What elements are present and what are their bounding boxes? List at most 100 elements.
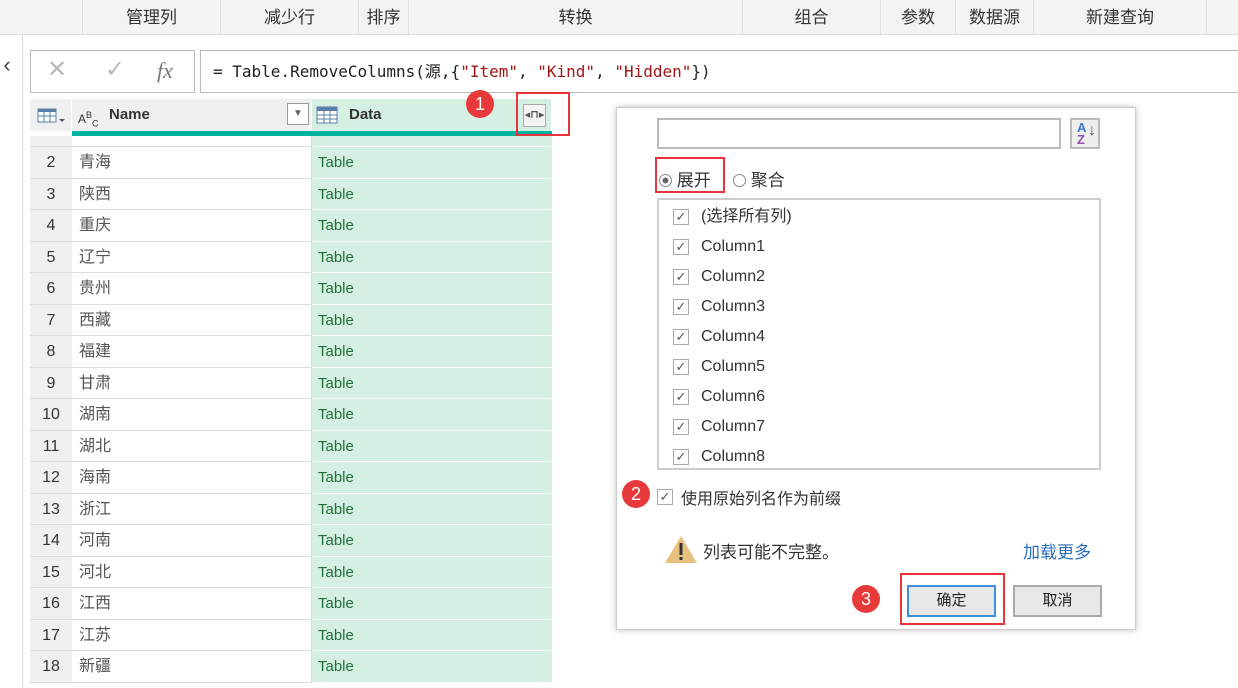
column-checkbox[interactable]: ✓ bbox=[673, 209, 689, 225]
name-cell[interactable]: 湖北 bbox=[72, 430, 312, 462]
name-cell[interactable]: 浙江 bbox=[72, 493, 312, 525]
row-number[interactable]: 10 bbox=[30, 399, 72, 431]
prefix-checkbox[interactable]: ✓ bbox=[657, 489, 673, 505]
row-number[interactable]: 5 bbox=[30, 241, 72, 273]
table-row[interactable]: 18 新疆 Table bbox=[30, 651, 552, 683]
table-row[interactable]: 17 江苏 Table bbox=[30, 619, 552, 651]
table-row[interactable]: 4 重庆 Table bbox=[30, 210, 552, 242]
data-cell[interactable]: Table bbox=[312, 336, 552, 368]
x-icon[interactable]: ✕ bbox=[47, 55, 67, 84]
filter-dropdown-icon[interactable]: ▼ bbox=[287, 103, 309, 125]
row-number[interactable]: 12 bbox=[30, 462, 72, 494]
table-row[interactable]: 15 河北 Table bbox=[30, 556, 552, 588]
radio-aggregate[interactable]: 聚合 bbox=[733, 166, 785, 191]
row-number[interactable]: 9 bbox=[30, 367, 72, 399]
column-checkbox[interactable]: ✓ bbox=[673, 329, 689, 345]
name-cell[interactable]: 西藏 bbox=[72, 304, 312, 336]
column-checkbox[interactable]: ✓ bbox=[673, 359, 689, 375]
data-cell[interactable]: Table bbox=[312, 147, 552, 179]
data-cell[interactable]: Table bbox=[312, 651, 552, 683]
name-cell[interactable]: 福建 bbox=[72, 336, 312, 368]
name-cell[interactable]: 辽宁 bbox=[72, 241, 312, 273]
column-header-name[interactable]: ABC Name ▼ bbox=[72, 99, 312, 131]
data-cell[interactable]: Table bbox=[312, 430, 552, 462]
row-number[interactable]: 4 bbox=[30, 210, 72, 242]
table-row[interactable]: 8 福建 Table bbox=[30, 336, 552, 368]
row-number[interactable]: 14 bbox=[30, 525, 72, 557]
row-number[interactable]: 7 bbox=[30, 304, 72, 336]
table-row[interactable]: 14 河南 Table bbox=[30, 525, 552, 557]
name-cell[interactable]: 贵州 bbox=[72, 273, 312, 305]
fx-icon[interactable]: fx bbox=[157, 58, 173, 84]
ribbon-group-parameters[interactable]: 参数 bbox=[880, 0, 955, 35]
table-row[interactable]: 9 甘肃 Table bbox=[30, 367, 552, 399]
ribbon-group-reduce-rows[interactable]: 减少行 bbox=[220, 0, 358, 35]
table-row[interactable]: 10 湖南 Table bbox=[30, 399, 552, 431]
data-cell[interactable]: Table bbox=[312, 493, 552, 525]
data-cell[interactable]: Table bbox=[312, 525, 552, 557]
table-row[interactable]: 7 西藏 Table bbox=[30, 304, 552, 336]
name-cell[interactable]: 湖南 bbox=[72, 399, 312, 431]
column-checkbox[interactable]: ✓ bbox=[673, 239, 689, 255]
data-cell[interactable]: Table bbox=[312, 241, 552, 273]
column-search-input[interactable] bbox=[657, 118, 1061, 149]
table-row[interactable]: 16 江西 Table bbox=[30, 588, 552, 620]
name-cell[interactable]: 江西 bbox=[72, 588, 312, 620]
name-cell[interactable]: 海南 bbox=[72, 462, 312, 494]
data-cell[interactable]: Table bbox=[312, 462, 552, 494]
row-number[interactable]: 11 bbox=[30, 430, 72, 462]
ribbon-group-data-sources[interactable]: 数据源 bbox=[955, 0, 1033, 35]
column-checkbox[interactable]: ✓ bbox=[673, 389, 689, 405]
row-number[interactable]: 16 bbox=[30, 588, 72, 620]
table-row[interactable]: 2 青海 Table bbox=[30, 147, 552, 179]
table-row[interactable]: 6 贵州 Table bbox=[30, 273, 552, 305]
name-cell[interactable]: 新疆 bbox=[72, 651, 312, 683]
data-cell[interactable]: Table bbox=[312, 273, 552, 305]
data-cell[interactable]: Table bbox=[312, 556, 552, 588]
table-row[interactable]: 12 海南 Table bbox=[30, 462, 552, 494]
row-number[interactable]: 15 bbox=[30, 556, 72, 588]
ribbon-group-transform[interactable]: 转换 bbox=[408, 0, 742, 35]
row-number[interactable]: 6 bbox=[30, 273, 72, 305]
table-row[interactable]: 5 辽宁 Table bbox=[30, 241, 552, 273]
table-row[interactable]: 3 陕西 Table bbox=[30, 178, 552, 210]
data-cell[interactable]: Table bbox=[312, 619, 552, 651]
ribbon-group-new-query[interactable]: 新建查询 bbox=[1033, 0, 1207, 35]
data-cell[interactable]: Table bbox=[312, 588, 552, 620]
name-cell[interactable]: 江苏 bbox=[72, 619, 312, 651]
ribbon-group-manage-columns[interactable]: 管理列 bbox=[82, 0, 220, 35]
load-more-link[interactable]: 加载更多 bbox=[1023, 538, 1091, 563]
data-cell[interactable]: Table bbox=[312, 178, 552, 210]
table-menu-icon[interactable] bbox=[30, 99, 72, 131]
name-cell[interactable]: 青海 bbox=[72, 147, 312, 179]
data-cell[interactable]: Table bbox=[312, 210, 552, 242]
column-checkbox[interactable]: ✓ bbox=[673, 269, 689, 285]
formula-input[interactable]: = Table.RemoveColumns(源,{"Item", "Kind",… bbox=[200, 50, 1238, 93]
row-number[interactable]: 18 bbox=[30, 651, 72, 683]
name-cell[interactable]: 甘肃 bbox=[72, 367, 312, 399]
row-number[interactable]: 2 bbox=[30, 147, 72, 179]
data-cell[interactable]: Table bbox=[312, 304, 552, 336]
table-row[interactable]: 13 浙江 Table bbox=[30, 493, 552, 525]
data-cell[interactable]: Table bbox=[312, 399, 552, 431]
row-number[interactable]: 8 bbox=[30, 336, 72, 368]
name-cell[interactable]: 河北 bbox=[72, 556, 312, 588]
name-cell[interactable]: 重庆 bbox=[72, 210, 312, 242]
cancel-button[interactable]: 取消 bbox=[1013, 585, 1102, 617]
collapse-chevron-icon[interactable]: ‹ bbox=[0, 52, 14, 78]
check-icon[interactable]: ✓ bbox=[105, 55, 125, 84]
column-checkbox[interactable]: ✓ bbox=[673, 449, 689, 465]
name-cell[interactable]: 河南 bbox=[72, 525, 312, 557]
row-number[interactable]: 3 bbox=[30, 178, 72, 210]
column-checkbox[interactable]: ✓ bbox=[673, 419, 689, 435]
column-checkbox[interactable]: ✓ bbox=[673, 299, 689, 315]
row-number[interactable]: 13 bbox=[30, 493, 72, 525]
name-cell[interactable]: 陕西 bbox=[72, 178, 312, 210]
row-number[interactable]: 17 bbox=[30, 619, 72, 651]
data-cell[interactable]: Table bbox=[312, 367, 552, 399]
ribbon-group-combine[interactable]: 组合 bbox=[742, 0, 880, 35]
table-row[interactable]: 11 湖北 Table bbox=[30, 430, 552, 462]
sort-az-button[interactable]: A Z ↓ bbox=[1070, 118, 1100, 149]
ribbon-group-sort[interactable]: 排序 bbox=[358, 0, 408, 35]
column-list[interactable]: ✓ (选择所有列) ✓ Column1 ✓ Column2 ✓ Column3 ✓ Column4… bbox=[657, 198, 1101, 470]
